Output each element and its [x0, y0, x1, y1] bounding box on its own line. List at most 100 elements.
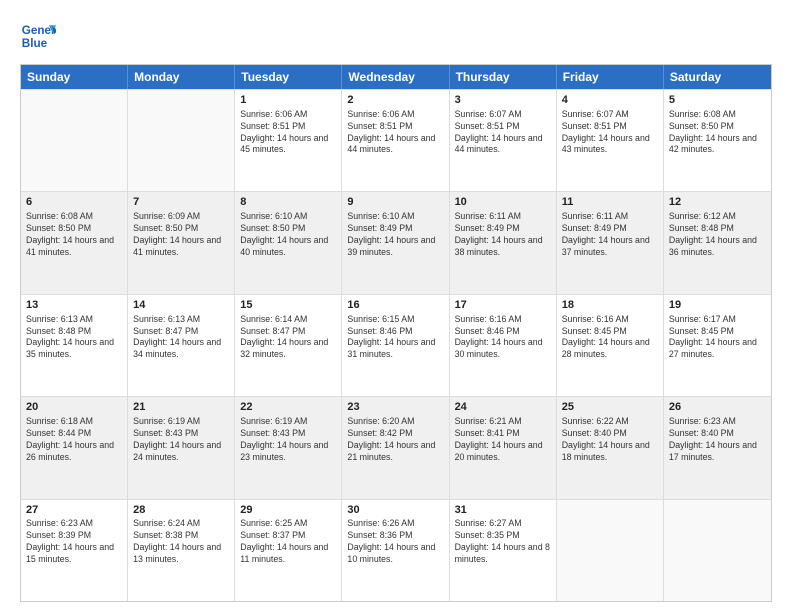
day-number: 5 [669, 93, 766, 108]
cell-info: Sunrise: 6:26 AM Sunset: 8:36 PM Dayligh… [347, 518, 443, 566]
day-number: 31 [455, 503, 551, 518]
calendar-cell: 16Sunrise: 6:15 AM Sunset: 8:46 PM Dayli… [342, 295, 449, 396]
calendar-cell: 20Sunrise: 6:18 AM Sunset: 8:44 PM Dayli… [21, 397, 128, 498]
day-header-sunday: Sunday [21, 65, 128, 89]
day-number: 19 [669, 298, 766, 313]
day-number: 3 [455, 93, 551, 108]
day-number: 29 [240, 503, 336, 518]
calendar-cell: 10Sunrise: 6:11 AM Sunset: 8:49 PM Dayli… [450, 192, 557, 293]
calendar-cell: 7Sunrise: 6:09 AM Sunset: 8:50 PM Daylig… [128, 192, 235, 293]
cell-info: Sunrise: 6:22 AM Sunset: 8:40 PM Dayligh… [562, 416, 658, 464]
cell-info: Sunrise: 6:08 AM Sunset: 8:50 PM Dayligh… [669, 109, 766, 157]
cell-info: Sunrise: 6:23 AM Sunset: 8:39 PM Dayligh… [26, 518, 122, 566]
calendar-cell: 12Sunrise: 6:12 AM Sunset: 8:48 PM Dayli… [664, 192, 771, 293]
calendar-row-0: 1Sunrise: 6:06 AM Sunset: 8:51 PM Daylig… [21, 89, 771, 191]
cell-info: Sunrise: 6:10 AM Sunset: 8:50 PM Dayligh… [240, 211, 336, 259]
cell-info: Sunrise: 6:20 AM Sunset: 8:42 PM Dayligh… [347, 416, 443, 464]
calendar-cell: 28Sunrise: 6:24 AM Sunset: 8:38 PM Dayli… [128, 500, 235, 601]
day-number: 21 [133, 400, 229, 415]
calendar-cell: 17Sunrise: 6:16 AM Sunset: 8:46 PM Dayli… [450, 295, 557, 396]
calendar-cell: 22Sunrise: 6:19 AM Sunset: 8:43 PM Dayli… [235, 397, 342, 498]
calendar-row-1: 6Sunrise: 6:08 AM Sunset: 8:50 PM Daylig… [21, 191, 771, 293]
svg-text:Blue: Blue [22, 37, 48, 50]
calendar-cell: 13Sunrise: 6:13 AM Sunset: 8:48 PM Dayli… [21, 295, 128, 396]
cell-info: Sunrise: 6:16 AM Sunset: 8:45 PM Dayligh… [562, 314, 658, 362]
calendar-header-row: SundayMondayTuesdayWednesdayThursdayFrid… [21, 65, 771, 89]
calendar-cell: 18Sunrise: 6:16 AM Sunset: 8:45 PM Dayli… [557, 295, 664, 396]
cell-info: Sunrise: 6:23 AM Sunset: 8:40 PM Dayligh… [669, 416, 766, 464]
day-number: 17 [455, 298, 551, 313]
logo-icon: General Blue [20, 18, 56, 54]
cell-info: Sunrise: 6:15 AM Sunset: 8:46 PM Dayligh… [347, 314, 443, 362]
day-number: 18 [562, 298, 658, 313]
cell-info: Sunrise: 6:08 AM Sunset: 8:50 PM Dayligh… [26, 211, 122, 259]
cell-info: Sunrise: 6:24 AM Sunset: 8:38 PM Dayligh… [133, 518, 229, 566]
day-number: 10 [455, 195, 551, 210]
day-header-friday: Friday [557, 65, 664, 89]
day-number: 14 [133, 298, 229, 313]
calendar-cell [557, 500, 664, 601]
cell-info: Sunrise: 6:07 AM Sunset: 8:51 PM Dayligh… [455, 109, 551, 157]
day-number: 7 [133, 195, 229, 210]
cell-info: Sunrise: 6:07 AM Sunset: 8:51 PM Dayligh… [562, 109, 658, 157]
page: General Blue SundayMondayTuesdayWednesda… [0, 0, 792, 612]
cell-info: Sunrise: 6:14 AM Sunset: 8:47 PM Dayligh… [240, 314, 336, 362]
day-number: 9 [347, 195, 443, 210]
cell-info: Sunrise: 6:21 AM Sunset: 8:41 PM Dayligh… [455, 416, 551, 464]
day-number: 25 [562, 400, 658, 415]
cell-info: Sunrise: 6:06 AM Sunset: 8:51 PM Dayligh… [240, 109, 336, 157]
calendar-cell: 31Sunrise: 6:27 AM Sunset: 8:35 PM Dayli… [450, 500, 557, 601]
day-number: 8 [240, 195, 336, 210]
day-number: 12 [669, 195, 766, 210]
calendar-cell: 21Sunrise: 6:19 AM Sunset: 8:43 PM Dayli… [128, 397, 235, 498]
calendar-cell: 11Sunrise: 6:11 AM Sunset: 8:49 PM Dayli… [557, 192, 664, 293]
calendar-cell: 3Sunrise: 6:07 AM Sunset: 8:51 PM Daylig… [450, 90, 557, 191]
cell-info: Sunrise: 6:16 AM Sunset: 8:46 PM Dayligh… [455, 314, 551, 362]
calendar-cell: 9Sunrise: 6:10 AM Sunset: 8:49 PM Daylig… [342, 192, 449, 293]
day-number: 22 [240, 400, 336, 415]
cell-info: Sunrise: 6:11 AM Sunset: 8:49 PM Dayligh… [562, 211, 658, 259]
cell-info: Sunrise: 6:10 AM Sunset: 8:49 PM Dayligh… [347, 211, 443, 259]
calendar-cell: 14Sunrise: 6:13 AM Sunset: 8:47 PM Dayli… [128, 295, 235, 396]
calendar-cell: 29Sunrise: 6:25 AM Sunset: 8:37 PM Dayli… [235, 500, 342, 601]
calendar-row-4: 27Sunrise: 6:23 AM Sunset: 8:39 PM Dayli… [21, 499, 771, 601]
calendar-body: 1Sunrise: 6:06 AM Sunset: 8:51 PM Daylig… [21, 89, 771, 601]
calendar: SundayMondayTuesdayWednesdayThursdayFrid… [20, 64, 772, 602]
cell-info: Sunrise: 6:18 AM Sunset: 8:44 PM Dayligh… [26, 416, 122, 464]
day-header-thursday: Thursday [450, 65, 557, 89]
day-number: 28 [133, 503, 229, 518]
calendar-cell: 24Sunrise: 6:21 AM Sunset: 8:41 PM Dayli… [450, 397, 557, 498]
day-header-tuesday: Tuesday [235, 65, 342, 89]
day-number: 30 [347, 503, 443, 518]
calendar-cell: 4Sunrise: 6:07 AM Sunset: 8:51 PM Daylig… [557, 90, 664, 191]
calendar-cell: 15Sunrise: 6:14 AM Sunset: 8:47 PM Dayli… [235, 295, 342, 396]
calendar-cell: 6Sunrise: 6:08 AM Sunset: 8:50 PM Daylig… [21, 192, 128, 293]
day-number: 1 [240, 93, 336, 108]
calendar-cell: 25Sunrise: 6:22 AM Sunset: 8:40 PM Dayli… [557, 397, 664, 498]
cell-info: Sunrise: 6:27 AM Sunset: 8:35 PM Dayligh… [455, 518, 551, 566]
calendar-cell: 30Sunrise: 6:26 AM Sunset: 8:36 PM Dayli… [342, 500, 449, 601]
day-number: 27 [26, 503, 122, 518]
day-number: 11 [562, 195, 658, 210]
cell-info: Sunrise: 6:19 AM Sunset: 8:43 PM Dayligh… [240, 416, 336, 464]
calendar-cell: 2Sunrise: 6:06 AM Sunset: 8:51 PM Daylig… [342, 90, 449, 191]
calendar-cell: 19Sunrise: 6:17 AM Sunset: 8:45 PM Dayli… [664, 295, 771, 396]
day-number: 26 [669, 400, 766, 415]
calendar-cell [664, 500, 771, 601]
day-number: 6 [26, 195, 122, 210]
cell-info: Sunrise: 6:25 AM Sunset: 8:37 PM Dayligh… [240, 518, 336, 566]
day-number: 20 [26, 400, 122, 415]
day-number: 4 [562, 93, 658, 108]
day-header-wednesday: Wednesday [342, 65, 449, 89]
calendar-cell [21, 90, 128, 191]
cell-info: Sunrise: 6:09 AM Sunset: 8:50 PM Dayligh… [133, 211, 229, 259]
cell-info: Sunrise: 6:17 AM Sunset: 8:45 PM Dayligh… [669, 314, 766, 362]
calendar-cell: 27Sunrise: 6:23 AM Sunset: 8:39 PM Dayli… [21, 500, 128, 601]
day-number: 15 [240, 298, 336, 313]
cell-info: Sunrise: 6:13 AM Sunset: 8:47 PM Dayligh… [133, 314, 229, 362]
day-number: 24 [455, 400, 551, 415]
day-header-monday: Monday [128, 65, 235, 89]
logo: General Blue [20, 18, 56, 54]
header: General Blue [20, 18, 772, 54]
calendar-cell: 1Sunrise: 6:06 AM Sunset: 8:51 PM Daylig… [235, 90, 342, 191]
